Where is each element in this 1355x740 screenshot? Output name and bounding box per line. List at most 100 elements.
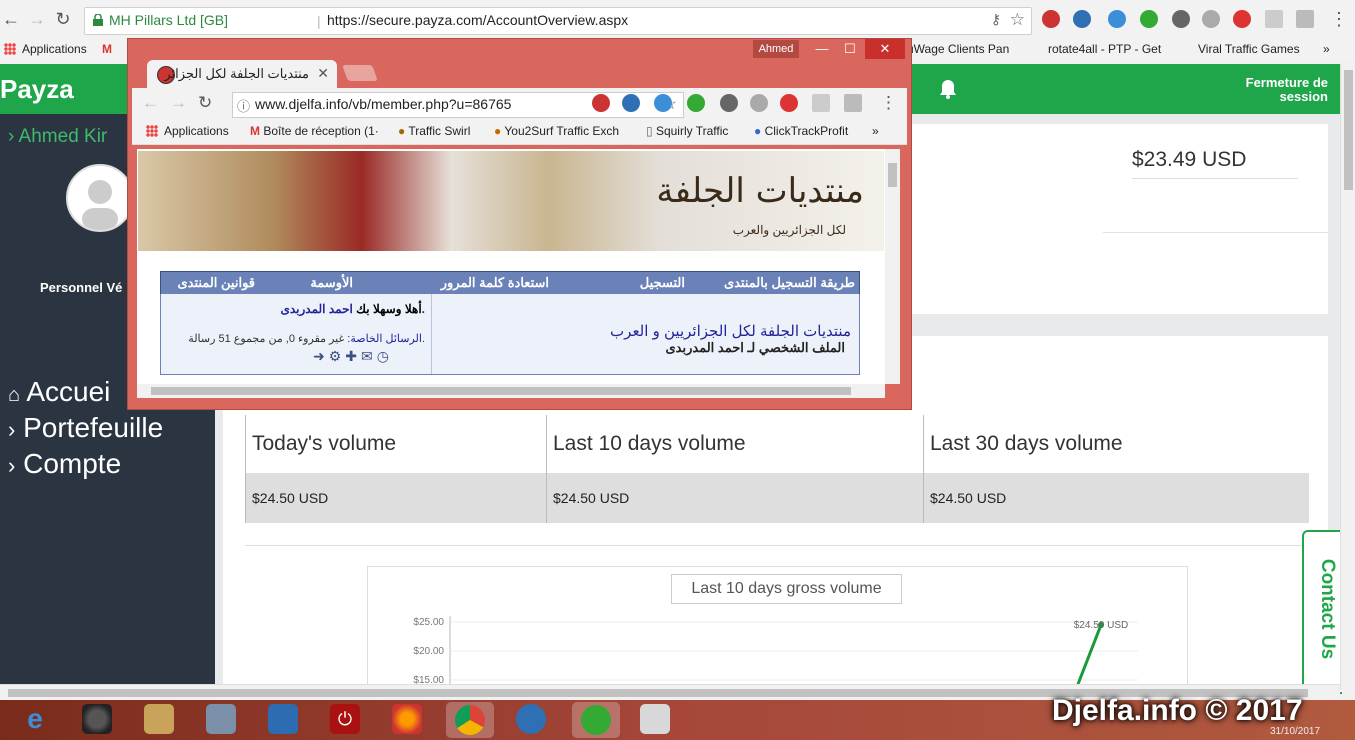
menu-dots-icon[interactable]: ⋮ bbox=[880, 93, 897, 113]
forum-user-box: أهلا وسهلا بك احمد المدربدى. الرسائل الخ… bbox=[160, 294, 860, 375]
add-user-icon[interactable]: ✚ bbox=[345, 348, 361, 364]
contact-us-button[interactable]: Contact Us bbox=[1302, 530, 1342, 694]
extension-icon[interactable] bbox=[687, 94, 705, 112]
extension-icon[interactable] bbox=[1140, 10, 1158, 28]
bookmark-item[interactable]: ● ClickTrackProfit bbox=[754, 124, 848, 138]
chrome-taskbar-button[interactable] bbox=[446, 702, 494, 738]
reload-icon[interactable]: ↻ bbox=[198, 93, 212, 113]
clock-date[interactable]: 31/10/2017 bbox=[1270, 726, 1320, 737]
close-icon[interactable]: ✕ bbox=[865, 39, 905, 59]
popup-address-bar[interactable]: ⓘ www.djelfa.info/vb/member.php?u=86765 … bbox=[232, 92, 684, 118]
extension-icon[interactable] bbox=[844, 94, 862, 112]
bookmark-star-icon[interactable]: ☆ bbox=[1010, 10, 1025, 30]
calculator-icon[interactable] bbox=[640, 704, 670, 734]
chart-title: Last 10 days gross volume bbox=[671, 574, 902, 604]
volume-table: Today's volume Last 10 days volume Last … bbox=[245, 415, 1309, 523]
popup-bookmarks-bar: Applications M Boîte de réception (1· ● … bbox=[132, 120, 907, 145]
editor-app-icon[interactable] bbox=[268, 704, 298, 734]
adblock-ext-icon[interactable] bbox=[1042, 10, 1060, 28]
extension-icon[interactable] bbox=[1296, 10, 1314, 28]
bookmark-item[interactable]: M Boîte de réception (1· bbox=[250, 124, 379, 138]
nav-register[interactable]: التسجيل bbox=[640, 275, 685, 291]
utorrent-taskbar-button[interactable] bbox=[572, 702, 620, 738]
clock-icon[interactable]: ◷ bbox=[377, 348, 393, 364]
bookmark-item[interactable]: rotate4all - PTP - Get bbox=[1048, 42, 1161, 56]
app-icon[interactable] bbox=[516, 704, 546, 734]
tab-djelfa[interactable]: منتديات الجلفة لكل الجزائر ✕ bbox=[147, 60, 337, 88]
back-icon[interactable]: ← bbox=[142, 93, 159, 113]
bookmark-applications[interactable]: Applications bbox=[4, 42, 87, 56]
sidebar-item-account[interactable]: › Compte bbox=[8, 448, 121, 480]
popup-toolbar: ← → ↻ ⓘ www.djelfa.info/vb/member.php?u=… bbox=[132, 88, 907, 120]
nav-forum-rules[interactable]: قوانين المنتدى bbox=[177, 275, 255, 291]
url-text[interactable]: https://secure.payza.com/AccountOverview… bbox=[327, 12, 628, 28]
extension-icon[interactable] bbox=[720, 94, 738, 112]
forward-icon[interactable]: → bbox=[26, 8, 48, 30]
extension-icon[interactable] bbox=[622, 94, 640, 112]
breadcrumb-profile: الملف الشخصي لـ احمد المدربدى bbox=[665, 340, 845, 355]
browser-toolbar: ← → ↻ MH Pillars Ltd [GB] | https://secu… bbox=[0, 0, 1355, 39]
page-scrollbar[interactable] bbox=[1340, 64, 1355, 690]
power-app-icon[interactable]: ⏻ bbox=[330, 704, 360, 734]
chat-icon[interactable]: ✉ bbox=[361, 348, 377, 364]
key-icon[interactable]: ⚷ bbox=[991, 11, 1001, 28]
bookmarks-overflow[interactable]: » bbox=[1323, 42, 1330, 56]
info-icon[interactable]: ⓘ bbox=[237, 96, 250, 115]
sidebar-item-home[interactable]: ⌂ Accuei bbox=[8, 376, 110, 408]
document-app-icon[interactable] bbox=[206, 704, 236, 734]
extension-icon[interactable] bbox=[1172, 10, 1190, 28]
nav-medals[interactable]: الأوسمة bbox=[310, 275, 353, 291]
popup-horizontal-scrollbar[interactable] bbox=[137, 384, 885, 398]
logout-button[interactable]: Fermeture de session bbox=[1240, 76, 1328, 104]
extension-icon[interactable] bbox=[1233, 10, 1251, 28]
payza-logo[interactable]: Payza bbox=[0, 74, 74, 105]
popup-browser-window[interactable]: Ahmed — ☐ ✕ منتديات الجلفة لكل الجزائر ✕… bbox=[127, 38, 912, 410]
utorrent-icon bbox=[581, 705, 611, 735]
bookmark-applications[interactable]: Applications bbox=[146, 124, 229, 138]
forward-icon[interactable]: → bbox=[170, 93, 187, 113]
volume-value-10days: $24.50 USD bbox=[546, 473, 924, 523]
gmail-icon[interactable]: M bbox=[102, 42, 112, 56]
settings-gear-icon[interactable]: ⚙ bbox=[329, 348, 346, 364]
maximize-icon[interactable]: ☐ bbox=[836, 39, 864, 59]
qr-icon[interactable] bbox=[1265, 10, 1283, 28]
new-tab-button[interactable] bbox=[342, 65, 378, 81]
extension-icon[interactable] bbox=[1202, 10, 1220, 28]
extension-icon[interactable] bbox=[1108, 10, 1126, 28]
address-bar[interactable]: MH Pillars Ltd [GB] | https://secure.pay… bbox=[84, 7, 1032, 35]
back-icon[interactable]: ← bbox=[0, 8, 22, 30]
bookmark-item[interactable]: Viral Traffic Games bbox=[1198, 42, 1300, 56]
bookmark-item[interactable]: uWage Clients Pan bbox=[907, 42, 1009, 56]
logout-icon[interactable]: ➜ bbox=[313, 348, 329, 364]
firefox-icon[interactable] bbox=[392, 704, 422, 734]
adblock-ext-icon[interactable] bbox=[592, 94, 610, 112]
sidebar-item-wallet[interactable]: › Portefeuille bbox=[8, 412, 163, 444]
extension-icon[interactable] bbox=[750, 94, 768, 112]
disc-app-icon[interactable] bbox=[144, 704, 174, 734]
minimize-icon[interactable]: — bbox=[808, 39, 836, 59]
sidebar-user-name[interactable]: › Ahmed Kir bbox=[8, 126, 107, 148]
extension-icon[interactable] bbox=[780, 94, 798, 112]
forum-page: منتديات الجلفة لكل الجزائريين والعرب طري… bbox=[137, 149, 885, 384]
reload-icon[interactable]: ↻ bbox=[52, 8, 74, 30]
extension-icon[interactable] bbox=[1073, 10, 1091, 28]
qr-icon[interactable] bbox=[812, 94, 830, 112]
bookmark-item[interactable]: ● Traffic Swirl bbox=[398, 124, 470, 138]
breadcrumb-forum-home[interactable]: منتديات الجلفة لكل الجزائريين و العرب bbox=[610, 322, 851, 340]
forum-logo[interactable]: منتديات الجلفة bbox=[656, 171, 864, 211]
popup-vertical-scrollbar[interactable] bbox=[885, 149, 900, 384]
tab-close-icon[interactable]: ✕ bbox=[317, 65, 329, 82]
bookmark-item[interactable]: ● You2Surf Traffic Exch bbox=[494, 124, 619, 138]
nav-password-recovery[interactable]: استعادة كلمة المرور bbox=[441, 275, 549, 291]
nav-registration-guide[interactable]: طريقة التسجيل بالمنتدى bbox=[724, 275, 855, 291]
extension-icon[interactable] bbox=[654, 94, 672, 112]
media-player-icon[interactable] bbox=[82, 704, 112, 734]
notification-bell-icon[interactable] bbox=[937, 78, 959, 100]
profile-badge[interactable]: Ahmed bbox=[753, 40, 799, 58]
chevron-right-icon: › bbox=[8, 453, 16, 478]
bookmarks-overflow[interactable]: » bbox=[872, 124, 879, 138]
internet-explorer-icon[interactable]: e bbox=[20, 704, 50, 734]
bookmark-item[interactable]: ▯ Squirly Traffic bbox=[646, 124, 728, 138]
menu-dots-icon[interactable]: ⋮ bbox=[1328, 8, 1350, 30]
forum-navbar: طريقة التسجيل بالمنتدى التسجيل استعادة ك… bbox=[160, 271, 860, 295]
